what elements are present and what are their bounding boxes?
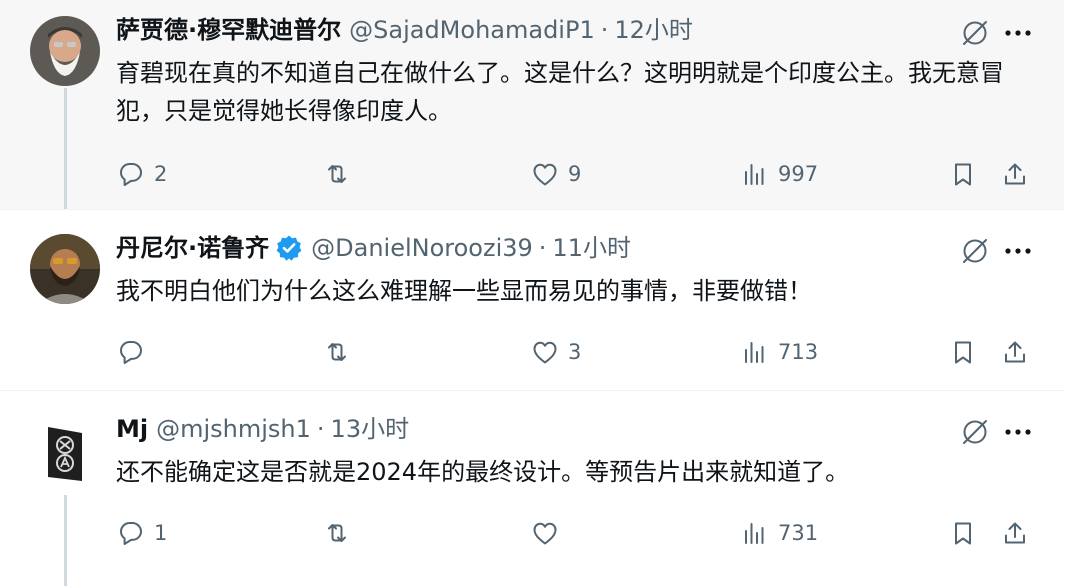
display-name[interactable]: Mj xyxy=(116,413,148,445)
retweet-icon xyxy=(328,343,346,361)
thread-line xyxy=(64,88,67,209)
tweet-3[interactable]: Mj @mjshmjsh1 · 13小时 还不能确定这是否就是2024年的最终设… xyxy=(0,391,1064,586)
bookmark-icon xyxy=(955,163,971,186)
view-count: 731 xyxy=(778,521,819,545)
reply-count: 2 xyxy=(154,162,168,186)
avatar[interactable] xyxy=(30,16,100,86)
avatar[interactable] xyxy=(30,234,100,304)
share-icon xyxy=(1005,522,1025,544)
share-icon xyxy=(1005,341,1025,363)
share-button[interactable] xyxy=(1000,334,1038,370)
action-bar: 1 731 xyxy=(116,515,1036,551)
user-handle[interactable]: @DanielNoroozi39 xyxy=(311,232,533,264)
like-button[interactable]: 3 xyxy=(530,334,581,370)
avatar-image-icon xyxy=(30,419,100,489)
view-count: 713 xyxy=(778,340,819,364)
like-button[interactable]: 9 xyxy=(530,156,581,192)
separator: · xyxy=(600,16,609,44)
like-icon xyxy=(533,163,557,186)
retweet-button[interactable] xyxy=(322,156,360,192)
tweet-1[interactable]: 萨贾德·穆罕默迪普尔 @SajadMohamadiP1 · 12小时 育碧现在真… xyxy=(0,0,1064,210)
tweet-header: 丹尼尔·诺鲁齐 @DanielNoroozi39 · 11小时 xyxy=(116,232,631,264)
timestamp[interactable]: 13小时 xyxy=(331,413,410,445)
bookmark-button[interactable] xyxy=(948,515,986,551)
reply-button[interactable] xyxy=(116,334,154,370)
more-icon[interactable] xyxy=(1002,16,1034,50)
views-icon xyxy=(745,164,764,185)
bookmark-icon xyxy=(955,522,971,545)
share-button[interactable] xyxy=(1000,156,1038,192)
tweet-header: Mj @mjshmjsh1 · 13小时 xyxy=(116,413,409,445)
retweet-button[interactable] xyxy=(322,515,360,551)
share-icon xyxy=(1005,163,1025,185)
retweet-icon xyxy=(328,524,346,542)
avatar-image-icon xyxy=(30,234,100,304)
reply-button[interactable]: 2 xyxy=(116,156,167,192)
display-name[interactable]: 萨贾德·穆罕默迪普尔 xyxy=(116,14,341,46)
tweet-header: 萨贾德·穆罕默迪普尔 @SajadMohamadiP1 · 12小时 xyxy=(116,14,693,46)
separator: · xyxy=(538,234,547,262)
share-button[interactable] xyxy=(1000,515,1038,551)
like-icon xyxy=(533,341,557,364)
tweet-text: 我不明白他们为什么这么难理解一些显而易见的事情，非要做错！ xyxy=(116,277,812,305)
views-button[interactable]: 713 xyxy=(740,334,818,370)
more-icon[interactable] xyxy=(1002,234,1034,268)
bookmark-button[interactable] xyxy=(948,156,986,192)
tweet-text: 育碧现在真的不知道自己在做什么了。这是什么？这明明就是个印度公主。我无意冒犯，只… xyxy=(116,59,1004,125)
verified-badge-icon[interactable] xyxy=(275,234,303,262)
grok-icon[interactable] xyxy=(958,16,992,50)
like-count: 9 xyxy=(568,162,582,186)
more-icon[interactable] xyxy=(1002,415,1034,449)
views-icon xyxy=(745,523,764,544)
views-icon xyxy=(745,342,764,363)
timestamp[interactable]: 11小时 xyxy=(552,232,631,264)
grok-icon[interactable] xyxy=(958,415,992,449)
user-handle[interactable]: @SajadMohamadiP1 xyxy=(349,14,595,46)
user-handle[interactable]: @mjshmjsh1 xyxy=(156,413,311,445)
thread-line xyxy=(64,495,67,586)
avatar[interactable] xyxy=(30,419,100,489)
grok-icon[interactable] xyxy=(958,234,992,268)
retweet-button[interactable] xyxy=(322,334,360,370)
views-button[interactable]: 997 xyxy=(740,156,818,192)
avatar-image-icon xyxy=(30,16,100,86)
separator: · xyxy=(316,415,325,443)
action-bar: 2 9 997 xyxy=(116,156,1036,192)
reply-button[interactable]: 1 xyxy=(116,515,167,551)
display-name[interactable]: 丹尼尔·诺鲁齐 xyxy=(116,232,269,264)
retweet-icon xyxy=(328,165,346,183)
view-count: 997 xyxy=(778,162,819,186)
like-icon xyxy=(533,522,557,545)
reply-count: 1 xyxy=(154,521,168,545)
bookmark-icon xyxy=(955,341,971,364)
reply-icon xyxy=(120,163,142,186)
action-bar: 3 713 xyxy=(116,334,1036,370)
like-button[interactable] xyxy=(530,515,568,551)
tweet-2[interactable]: 丹尼尔·诺鲁齐 @DanielNoroozi39 · 11小时 我不明白他们为什… xyxy=(0,210,1064,391)
bookmark-button[interactable] xyxy=(948,334,986,370)
tweet-text: 还不能确定这是否就是2024年的最终设计。等预告片出来就知道了。 xyxy=(116,458,850,486)
like-count: 3 xyxy=(568,340,582,364)
reply-icon xyxy=(120,341,142,364)
reply-icon xyxy=(120,522,142,545)
timestamp[interactable]: 12小时 xyxy=(614,14,693,46)
views-button[interactable]: 731 xyxy=(740,515,818,551)
